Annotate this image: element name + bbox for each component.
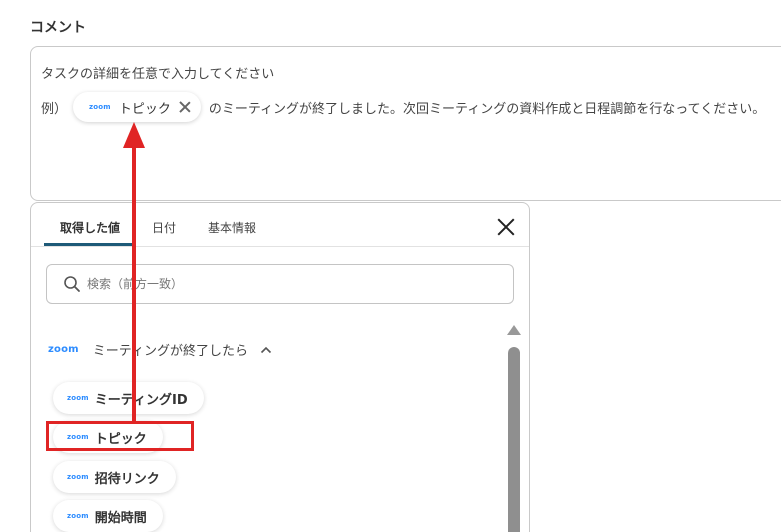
tab-basic-info[interactable]: 基本情報 xyxy=(208,219,256,236)
annotation-highlight-box xyxy=(46,421,194,451)
search-input[interactable] xyxy=(87,277,467,291)
search-icon xyxy=(64,276,80,292)
example-prefix: 例） xyxy=(41,101,68,117)
comment-label: コメント xyxy=(30,20,86,36)
example-suffix: のミーティングが終了しました。次回ミーティングの資料作成と日程調節を行なってくだ… xyxy=(208,101,766,117)
tab-date[interactable]: 日付 xyxy=(152,219,176,236)
scrollbar-thumb[interactable] xyxy=(508,347,520,532)
variable-item-label: 開始時間 xyxy=(94,510,147,526)
search-box xyxy=(46,264,514,304)
zoom-logo-icon: zoom xyxy=(67,512,89,520)
variable-item-label: ミーティングID xyxy=(94,392,188,408)
zoom-logo-icon: zoom xyxy=(67,394,89,402)
variable-item-label: 招待リンク xyxy=(94,471,160,487)
annotation-arrow-head xyxy=(123,122,145,148)
tab-bar: 取得した値 日付 基本情報 xyxy=(31,203,529,247)
annotation-arrow-shaft xyxy=(132,140,136,422)
zoom-logo-icon: zoom xyxy=(48,344,79,355)
scroll-up-arrow-icon[interactable] xyxy=(507,325,521,335)
tab-acquired-values[interactable]: 取得した値 xyxy=(60,219,120,236)
variable-item-start-time[interactable]: zoom 開始時間 xyxy=(53,500,163,532)
inserted-variable-chip[interactable]: zoom トピック xyxy=(73,92,201,122)
variable-picker-panel: 取得した値 日付 基本情報 zoom ミーティングが終了したら zoom ミーテ… xyxy=(30,202,530,532)
group-title: ミーティングが終了したら xyxy=(92,344,249,359)
chip-label: トピック xyxy=(118,101,171,117)
variable-item-invite-link[interactable]: zoom 招待リンク xyxy=(53,461,176,493)
comment-text-line2: 例） zoom トピック のミーティングが終了しました。次回ミーティングの資料作… xyxy=(41,92,765,122)
group-header-meeting-ended[interactable]: zoom ミーティングが終了したら xyxy=(48,340,272,359)
remove-chip-close-icon[interactable] xyxy=(179,101,191,113)
zoom-logo-icon: zoom xyxy=(89,103,111,111)
comment-text-line1: タスクの詳細を任意で入力してください xyxy=(41,67,275,82)
close-icon[interactable] xyxy=(497,218,515,236)
variable-item-meeting-id[interactable]: zoom ミーティングID xyxy=(53,382,204,414)
active-tab-indicator xyxy=(44,243,134,246)
chevron-up-icon[interactable] xyxy=(260,346,272,354)
zoom-logo-icon: zoom xyxy=(67,473,89,481)
